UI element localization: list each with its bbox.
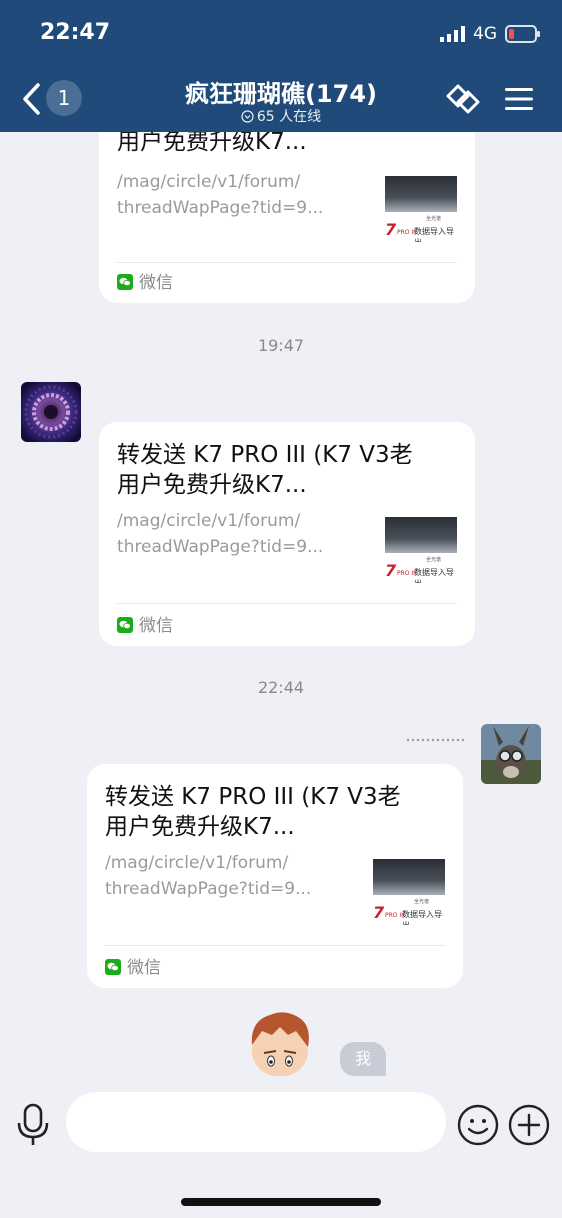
timestamp: 22:44 — [257, 678, 305, 697]
input-bar — [0, 1076, 562, 1218]
wechat-icon — [105, 959, 121, 975]
sender-name-placeholder — [406, 738, 465, 742]
card-thumbnail: 全光谱 7 PRO III 数据导入导出 — [373, 859, 445, 925]
card-divider — [105, 945, 445, 946]
me-label-bubble: 我 — [340, 1042, 386, 1076]
microphone-icon[interactable] — [16, 1103, 50, 1147]
link-card[interactable]: 转发送 K7 PRO III (K7 V3老 用户免费升级K7... /mag/… — [87, 764, 463, 988]
card-source: 微信 — [117, 612, 173, 640]
online-count-label: 65 人在线 — [256, 109, 322, 125]
card-divider — [117, 603, 457, 604]
card-thumbnail: 全光谱 7 PRO III 数据导入导出 — [385, 176, 457, 242]
link-share-icon[interactable] — [444, 80, 482, 118]
sender-avatar[interactable] — [21, 382, 81, 442]
card-title: 转发送 K7 PRO III (K7 V3老 用户免费升级K7... — [117, 442, 413, 498]
link-card[interactable]: 用户免费升级K7... /mag/circle/v1/forum/ thread… — [99, 132, 475, 303]
card-url: /mag/circle/v1/forum/ threadWapPage?tid=… — [105, 853, 312, 899]
chevron-circle-icon — [241, 110, 254, 123]
wechat-icon — [117, 617, 133, 633]
menu-icon[interactable] — [505, 86, 533, 112]
timestamp: 19:47 — [257, 336, 305, 355]
card-title: 转发送 K7 PRO III (K7 V3老 用户免费升级K7... — [105, 784, 401, 840]
signal-icon — [440, 26, 465, 42]
card-url: /mag/circle/v1/forum/ threadWapPage?tid=… — [117, 511, 324, 557]
card-source: 微信 — [105, 954, 161, 982]
chat-area[interactable]: 用户免费升级K7... /mag/circle/v1/forum/ thread… — [0, 132, 562, 1076]
app-header: 22:47 4G 1 疯狂珊瑚礁(174) 65 人在线 — [0, 0, 562, 132]
card-source: 微信 — [117, 269, 173, 297]
card-title: 用户免费升级K7... — [117, 132, 307, 155]
card-divider — [117, 262, 457, 263]
wechat-icon — [117, 274, 133, 290]
status-time: 22:47 — [40, 20, 111, 45]
sender-avatar[interactable] — [481, 724, 541, 784]
network-type: 4G — [473, 24, 497, 44]
link-card[interactable]: 转发送 K7 PRO III (K7 V3老 用户免费升级K7... /mag/… — [99, 422, 475, 646]
plus-icon[interactable] — [508, 1104, 550, 1146]
card-thumbnail: 全光谱 7 PRO III 数据导入导出 — [385, 517, 457, 583]
cartoon-avatar-sticker[interactable] — [244, 1009, 316, 1076]
home-indicator — [181, 1198, 381, 1206]
card-url: /mag/circle/v1/forum/ threadWapPage?tid=… — [117, 172, 324, 218]
message-input[interactable] — [66, 1092, 446, 1152]
battery-icon — [505, 25, 540, 43]
emoji-icon[interactable] — [457, 1104, 499, 1146]
